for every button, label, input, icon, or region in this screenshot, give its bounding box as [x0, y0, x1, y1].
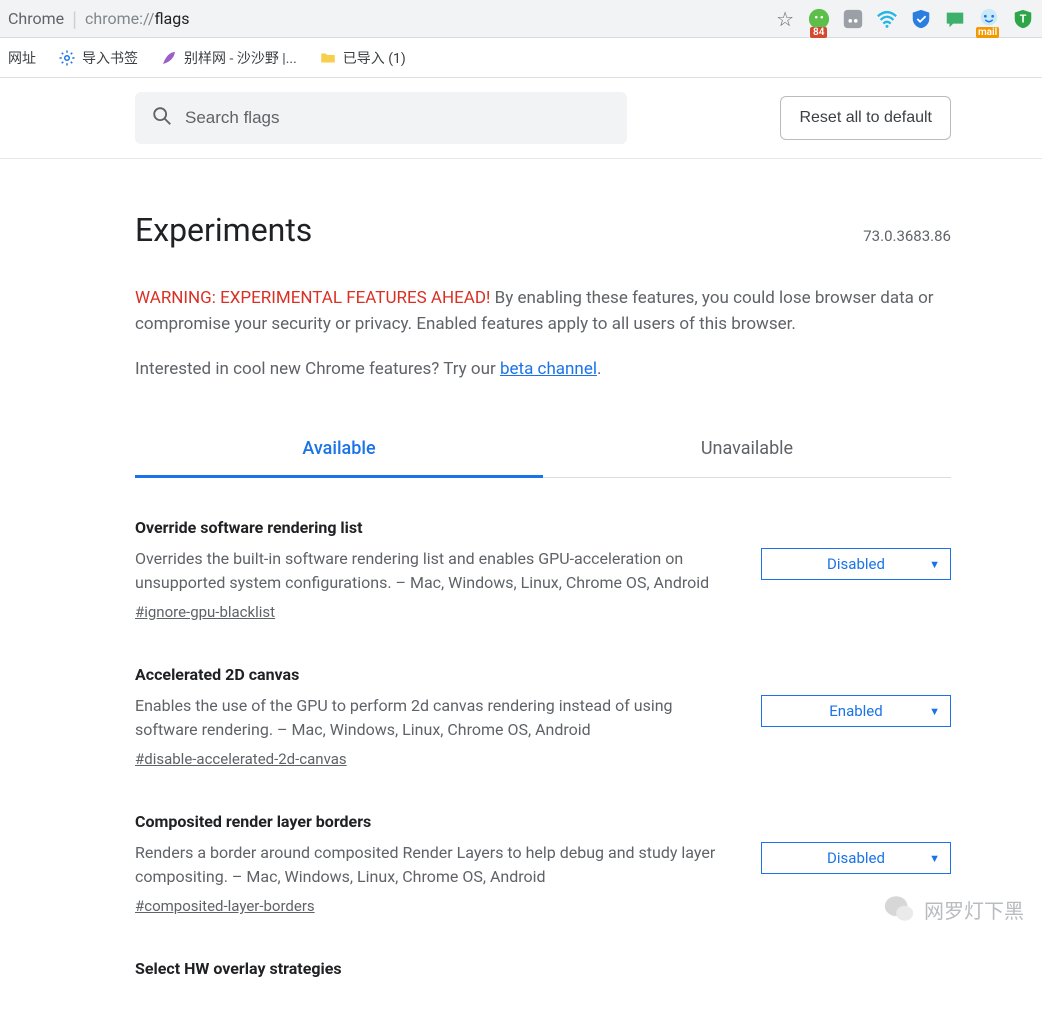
wifi-extension-icon[interactable] [876, 8, 898, 30]
flag-item: Accelerated 2D canvas Enables the use of… [135, 665, 951, 768]
bookmark-item-import[interactable]: 导入书签 [58, 48, 138, 68]
address-bar: Chrome | chrome://flags ☆ 84 mail T [0, 0, 1042, 38]
flags-list: Override software rendering list Overrid… [135, 478, 951, 978]
flag-anchor-link[interactable]: #disable-accelerated-2d-canvas [135, 750, 347, 768]
bookmark-folder-imported[interactable]: 已导入 (1) [319, 48, 406, 68]
flag-anchor-link[interactable]: #ignore-gpu-blacklist [135, 603, 275, 621]
gear-icon [58, 49, 76, 67]
bookmark-star-icon[interactable]: ☆ [776, 7, 794, 31]
search-box[interactable] [135, 92, 627, 144]
address-separator: | [72, 7, 77, 31]
flag-title: Accelerated 2D canvas [135, 665, 731, 684]
watermark-text: 网罗灯下黑 [924, 895, 1024, 924]
wechat-badge: 84 [810, 27, 827, 38]
chrome-version: 73.0.3683.86 [863, 227, 951, 245]
chat-extension-icon[interactable] [944, 8, 966, 30]
main-content: Experiments 73.0.3683.86 WARNING: EXPERI… [31, 159, 1011, 978]
flag-item: Select HW overlay strategies [135, 959, 951, 978]
flag-item: Override software rendering list Overrid… [135, 518, 951, 621]
beta-text: Interested in cool new Chrome features? … [135, 356, 951, 382]
bookmark-item[interactable]: 网址 [8, 48, 36, 68]
flag-title: Select HW overlay strategies [135, 959, 951, 978]
flag-item: Composited render layer borders Renders … [135, 812, 951, 915]
mail-badge: mail [976, 27, 999, 38]
address-prefix: Chrome [8, 9, 64, 28]
page-title: Experiments [135, 211, 312, 249]
warning-block: WARNING: EXPERIMENTAL FEATURES AHEAD! By… [135, 285, 951, 382]
mail-extension-icon[interactable]: mail [978, 8, 1000, 30]
tabs: Available Unavailable [135, 422, 951, 478]
address-url[interactable]: chrome://flags [85, 9, 768, 28]
flag-select-value: Disabled [827, 555, 885, 573]
flag-description: Enables the use of the GPU to perform 2d… [135, 694, 731, 742]
wechat-extension-icon[interactable]: 84 [808, 8, 830, 30]
flag-select-value: Enabled [829, 702, 882, 720]
flag-select[interactable]: Disabled ▼ [761, 842, 951, 874]
flag-anchor-link[interactable]: #composited-layer-borders [135, 897, 315, 915]
bookmark-item-bieyang[interactable]: 别样网 - 沙沙野 |... [160, 48, 297, 68]
flag-select-value: Disabled [827, 849, 885, 867]
flag-title: Override software rendering list [135, 518, 731, 537]
reset-all-button[interactable]: Reset all to default [780, 96, 951, 140]
search-icon [151, 105, 173, 131]
flag-description: Overrides the built-in software renderin… [135, 547, 731, 595]
wechat-icon [882, 892, 916, 926]
tab-unavailable[interactable]: Unavailable [543, 422, 951, 477]
flag-description: Renders a border around composited Rende… [135, 841, 731, 889]
grid-extension-icon[interactable] [842, 8, 864, 30]
chevron-down-icon: ▼ [929, 852, 940, 865]
svg-text:T: T [1020, 12, 1027, 25]
folder-icon [319, 49, 337, 67]
tab-available[interactable]: Available [135, 422, 543, 478]
watermark: 网罗灯下黑 [882, 892, 1024, 926]
chevron-down-icon: ▼ [929, 705, 940, 718]
flags-toolbar: Reset all to default [0, 78, 1042, 159]
search-input[interactable] [185, 108, 611, 128]
shield-extension-icon[interactable] [910, 8, 932, 30]
green-shield-extension-icon[interactable]: T [1012, 8, 1034, 30]
leaf-icon [160, 49, 178, 67]
flag-select[interactable]: Enabled ▼ [761, 695, 951, 727]
beta-channel-link[interactable]: beta channel [500, 359, 597, 379]
warning-text: WARNING: EXPERIMENTAL FEATURES AHEAD! By… [135, 285, 951, 338]
extension-icons: 84 mail T [808, 8, 1034, 30]
flag-select[interactable]: Disabled ▼ [761, 548, 951, 580]
flag-title: Composited render layer borders [135, 812, 731, 831]
chevron-down-icon: ▼ [929, 558, 940, 571]
bookmarks-bar: 网址 导入书签 别样网 - 沙沙野 |... 已导入 (1) [0, 38, 1042, 78]
